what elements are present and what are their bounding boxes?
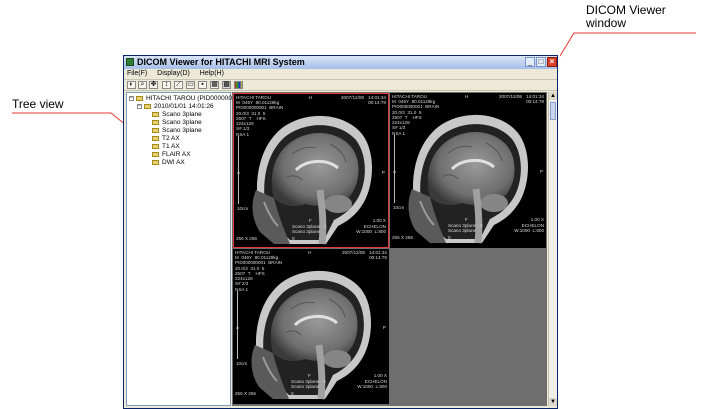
tree-series-item[interactable]: DWI AX xyxy=(152,159,185,166)
window-level: W:1000 L:800 xyxy=(357,384,387,389)
zoom-value: 1.00 X xyxy=(372,218,386,223)
scale-label: 10cm xyxy=(236,361,248,366)
scroll-up-icon[interactable]: ▲ xyxy=(549,92,557,100)
window-title: DICOM Viewer for HITACHI MRI System xyxy=(137,57,305,67)
matrix-size: 256 X 256 xyxy=(392,235,413,240)
folder-icon xyxy=(152,151,159,157)
folder-icon xyxy=(152,127,159,133)
display-icon[interactable]: ▭ xyxy=(186,81,195,89)
scan-info: M 046Y 80.01128kg PID000000001 BRAIN 20.… xyxy=(235,255,283,292)
tree-patient[interactable]: − HITACHI TAROU (PID000000001) xyxy=(129,95,245,102)
layout-grid-icon[interactable]: ▩ xyxy=(222,81,231,89)
app-icon xyxy=(126,58,134,66)
orientation-left: A xyxy=(393,169,397,174)
orientation-left: A xyxy=(236,325,240,330)
tree-series-item[interactable]: T1 AX xyxy=(152,143,180,150)
scale-label: 10cm xyxy=(393,205,405,210)
sequence-group: Scano 3plane xyxy=(291,384,320,389)
layout-2x2-icon[interactable]: ▦ xyxy=(210,81,219,89)
folder-icon xyxy=(144,103,151,109)
orientation-bottom: F xyxy=(308,373,311,378)
tree-series-item[interactable]: Scano 3plane xyxy=(152,111,202,118)
window-level: W:1000 L:800 xyxy=(356,229,386,234)
tree-study[interactable]: −2010/01/01 14:01:26 xyxy=(137,103,214,110)
window-level: W:1000 L:800 xyxy=(514,228,544,233)
orientation-right: P xyxy=(382,325,386,330)
folder-icon xyxy=(152,135,159,141)
close-button[interactable]: × xyxy=(547,57,557,67)
orientation-right: P xyxy=(539,169,543,174)
scroll-thumb[interactable] xyxy=(550,102,556,120)
image-index: 0 xyxy=(448,235,451,240)
menu-file[interactable]: File(F) xyxy=(127,70,147,77)
tree-series-item[interactable]: Scano 3plane xyxy=(152,119,202,126)
study-date: 2007/12/08 xyxy=(341,95,364,100)
menu-display[interactable]: Display(D) xyxy=(157,70,190,77)
matrix-size: 256 X 256 xyxy=(235,391,256,396)
study-date: 2007/12/08 xyxy=(499,94,522,99)
acq-time: 00:14:79 xyxy=(368,100,386,105)
tree-view: − HITACHI TAROU (PID000000001) −2010/01/0… xyxy=(126,92,245,406)
folder-icon xyxy=(152,111,159,117)
image-panel[interactable]: HITACHI TAROU H 2007/12/08 14:01:34 M 04… xyxy=(233,93,389,248)
title-bar[interactable]: DICOM Viewer for HITACHI MRI System _ □ … xyxy=(124,56,557,69)
orientation-top: H xyxy=(465,94,469,99)
layout-1x1-icon[interactable]: ▪ xyxy=(198,81,207,89)
menu-help[interactable]: Help(H) xyxy=(200,70,224,77)
image-viewer: HITACHI TAROU H 2007/12/08 14:01:34 M 04… xyxy=(232,92,547,406)
study-date: 2007/12/08 xyxy=(342,250,365,255)
folder-icon xyxy=(152,119,159,125)
zoom-value: 1.00 X xyxy=(530,217,544,222)
dicom-viewer-window-callout: DICOM Viewer window xyxy=(586,3,666,30)
image-panel[interactable]: HITACHI TAROU H 2007/12/08 14:01:34 M 04… xyxy=(233,249,389,404)
maximize-button[interactable]: □ xyxy=(536,57,546,67)
matrix-size: 256 X 256 xyxy=(236,236,257,241)
orientation-top: H xyxy=(309,95,313,100)
stepper-icon[interactable]: ↕ xyxy=(162,81,171,89)
scan-info: M 046Y 80.01128kg PID000000001 BRAIN 20.… xyxy=(236,100,284,137)
color-map-icon[interactable] xyxy=(234,81,243,89)
pan-icon[interactable]: ✥ xyxy=(149,81,158,89)
tree-series-item[interactable]: FLAIR AX xyxy=(152,151,191,158)
tree-series-item[interactable]: Scano 3plane xyxy=(152,127,202,134)
orientation-bottom: F xyxy=(465,217,468,222)
contrast-icon[interactable]: ◐ xyxy=(127,81,136,89)
tree-view-callout: Tree view xyxy=(12,97,64,111)
tree-series-item[interactable]: T2 AX xyxy=(152,135,180,142)
dicom-viewer-window: DICOM Viewer for HITACHI MRI System _ □ … xyxy=(123,55,558,409)
image-panel[interactable]: HITACHI TAROU H 2007/12/08 14:01:34 M 04… xyxy=(390,93,546,248)
minimize-button[interactable]: _ xyxy=(525,57,535,67)
orientation-left: A xyxy=(237,170,241,175)
zoom-icon[interactable]: ⌕ xyxy=(138,81,147,89)
toolbar: ◐ ⌕ ✥ ↕ ⟋ ▭ ▪ ▦ ▩ xyxy=(124,79,557,91)
acq-time: 00:14:79 xyxy=(369,255,387,260)
collapse-icon[interactable]: − xyxy=(137,103,142,109)
acq-time: 00:14:79 xyxy=(526,99,544,104)
scan-info: M 046Y 80.01128kg PID000000001 BRAIN 20.… xyxy=(392,99,440,136)
orientation-right: P xyxy=(381,170,385,175)
collapse-icon[interactable]: − xyxy=(129,95,134,101)
scroll-down-icon[interactable]: ▼ xyxy=(549,398,557,406)
folder-icon xyxy=(152,143,159,149)
zoom-value: 1.00 X xyxy=(373,373,387,378)
image-index: 0 xyxy=(291,391,294,396)
sequence-group: Scano 3plane xyxy=(448,228,477,233)
dicom-callout-line xyxy=(559,32,696,57)
sequence-group: Scano 3plane xyxy=(292,229,321,234)
scale-label: 10cm xyxy=(237,206,249,211)
folder-icon xyxy=(136,95,143,101)
image-index: 0 xyxy=(292,236,295,241)
menu-bar: File(F) Display(D) Help(H) xyxy=(124,69,557,79)
orientation-bottom: F xyxy=(309,218,312,223)
orientation-top: H xyxy=(308,250,312,255)
measure-icon[interactable]: ⟋ xyxy=(174,81,183,89)
folder-icon xyxy=(152,159,159,165)
vertical-scrollbar[interactable]: ▲ ▼ xyxy=(548,92,557,406)
